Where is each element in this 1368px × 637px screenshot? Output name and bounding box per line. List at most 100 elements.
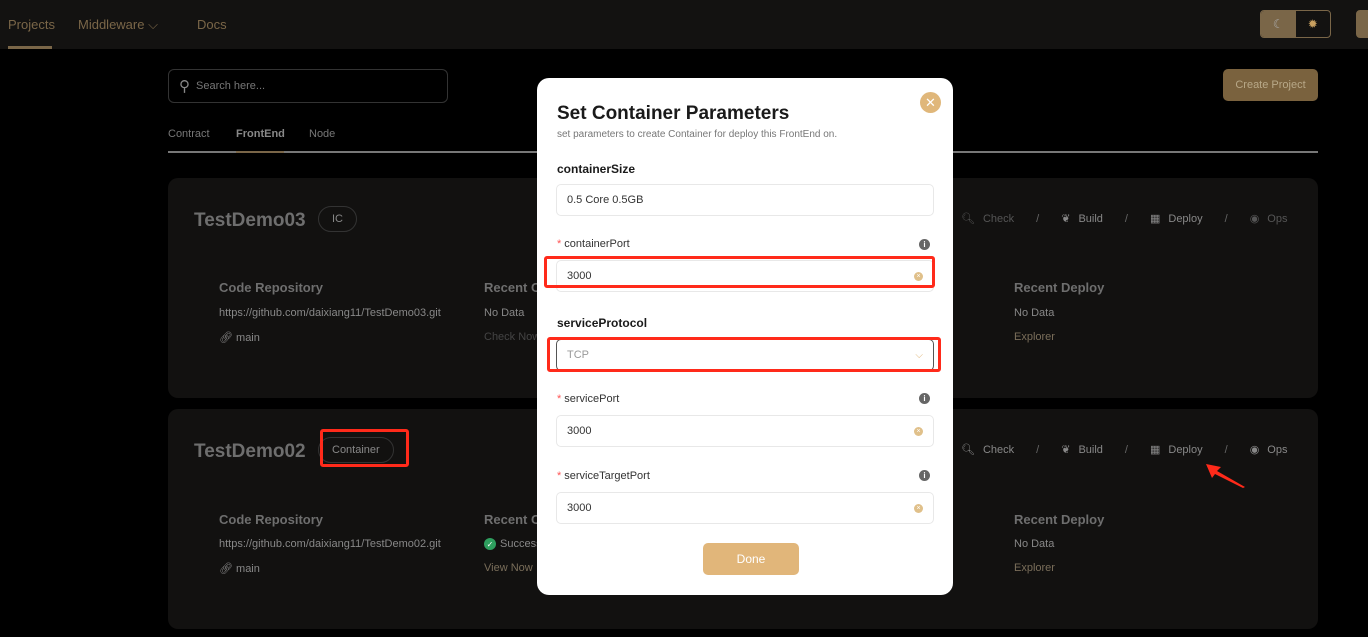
field-value: 3000 [567,425,592,437]
done-button[interactable]: Done [703,543,799,575]
explorer-link[interactable]: Explorer [1014,562,1055,574]
action-label: Ops [1267,212,1288,225]
deploy-action[interactable]: ▦ Deploy [1149,212,1203,226]
explorer-link[interactable]: Explorer [1014,331,1055,343]
action-label: Deploy [1168,212,1203,225]
container-size-label: containerSize [557,162,636,176]
link-icon: 🔗︎ [219,332,233,344]
deploy-heading: Recent Deploy [1014,280,1105,295]
service-target-port-label: * serviceTargetPort [557,470,650,482]
check-heading: Recent C [484,512,541,527]
repo-url[interactable]: https://github.com/daixiang11/TestDemo02… [219,538,441,550]
annotation-highlight [320,429,409,467]
branch-name: main [236,563,260,575]
magnifier-icon: 🔍︎ [961,444,975,456]
success-check-icon: ✓ [484,538,496,550]
project-name[interactable]: TestDemo02 [194,441,306,463]
chevron-down-icon: ⌵ [148,17,158,32]
search-input[interactable]: ⚲ Search here... [168,69,448,103]
view-now-link[interactable]: View Now [484,562,533,574]
check-action[interactable]: 🔍︎ Check [961,443,1015,457]
container-size-field[interactable]: 0.5 Core 0.5GB [556,184,934,216]
create-project-button[interactable]: Create Project [1223,69,1318,101]
action-label: Ops [1267,443,1288,456]
action-label: Deploy [1168,443,1203,456]
info-icon[interactable]: i [919,470,930,481]
branch-name: main [236,332,260,344]
pipeline-actions: 🔍︎ Check / ❦ Build / ▦ Deploy / ◉ Ops [961,443,1288,457]
container-params-modal: Set Container Parameters set parameters … [537,78,953,595]
check-status: ✓ Success [484,538,542,550]
magnifier-icon: 🔍︎ [961,213,975,225]
tab-node[interactable]: Node [309,128,335,140]
deploy-status: No Data [1014,307,1055,319]
moon-icon[interactable]: ☾ [1261,11,1296,37]
field-value: 0.5 Core 0.5GB [567,194,644,206]
annotation-highlight [544,256,935,288]
separator: / [1124,212,1128,225]
ops-icon: ◉ [1249,213,1260,225]
ops-action[interactable]: ◉ Ops [1249,443,1288,457]
nav-middleware[interactable]: Middleware ⌵ [78,17,158,33]
annotation-highlight [547,337,941,372]
action-label: Check [982,212,1015,225]
action-label: Check [982,443,1015,456]
top-nav: Projects Middleware ⌵ Docs ☾ ✹ [0,0,1368,49]
nav-docs[interactable]: Docs [197,17,227,32]
server-icon: ▦ [1149,213,1161,225]
tab-frontend[interactable]: FrontEnd [236,128,285,140]
branch: 🔗︎ main [219,562,260,575]
nav-active-underline [8,46,52,49]
check-action[interactable]: 🔍︎ Check [961,212,1015,226]
server-icon: ▦ [1149,444,1161,456]
tab-contract[interactable]: Contract [168,128,210,140]
pipeline-actions: 🔍︎ Check / ❦ Build / ▦ Deploy / ◉ Ops [961,212,1288,226]
container-port-label: * containerPort [557,238,630,250]
field-value: 3000 [567,502,592,514]
search-placeholder: Search here... [196,80,266,92]
deploy-action[interactable]: ▦ Deploy [1149,443,1203,457]
deploy-status: No Data [1014,538,1055,550]
service-port-input[interactable]: 3000 × [556,415,934,447]
service-port-label: * servicePort [557,393,620,405]
build-icon: ❦ [1061,213,1071,225]
project-name[interactable]: TestDemo03 [194,210,306,232]
close-icon[interactable]: ✕ [920,92,941,113]
clear-icon[interactable]: × [914,426,923,436]
branch: 🔗︎ main [219,331,260,344]
service-protocol-label: serviceProtocol [557,316,648,330]
separator: / [1224,212,1228,225]
check-status: No Data [484,307,525,319]
deploy-heading: Recent Deploy [1014,512,1105,527]
user-button[interactable] [1356,10,1368,38]
check-status-text: Success [500,538,542,550]
modal-title: Set Container Parameters [557,103,790,124]
info-icon[interactable]: i [919,393,930,404]
nav-projects[interactable]: Projects [8,17,55,32]
ops-action[interactable]: ◉ Ops [1249,212,1288,226]
service-target-port-input[interactable]: 3000 × [556,492,934,524]
action-label: Build [1078,443,1103,456]
repo-url[interactable]: https://github.com/daixiang11/TestDemo03… [219,307,441,319]
link-icon: 🔗︎ [219,563,233,575]
theme-toggle[interactable]: ☾ ✹ [1260,10,1331,38]
build-action[interactable]: ❦ Build [1061,443,1103,457]
sun-icon[interactable]: ✹ [1296,11,1331,37]
build-action[interactable]: ❦ Build [1061,212,1103,226]
separator: / [1036,443,1040,456]
modal-subtitle: set parameters to create Container for d… [557,129,838,140]
build-icon: ❦ [1061,444,1071,456]
action-label: Build [1078,212,1103,225]
annotation-arrow-icon [1206,464,1245,488]
tab-active-underline [236,151,284,153]
ops-icon: ◉ [1249,444,1260,456]
separator: / [1224,443,1228,456]
separator: / [1036,212,1040,225]
check-now-link[interactable]: Check Now [484,331,540,343]
check-heading: Recent C [484,280,541,295]
project-type-badge: IC [318,206,357,232]
info-icon[interactable]: i [919,239,930,250]
separator: / [1124,443,1128,456]
clear-icon[interactable]: × [914,503,923,513]
nav-middleware-label: Middleware [78,17,145,32]
